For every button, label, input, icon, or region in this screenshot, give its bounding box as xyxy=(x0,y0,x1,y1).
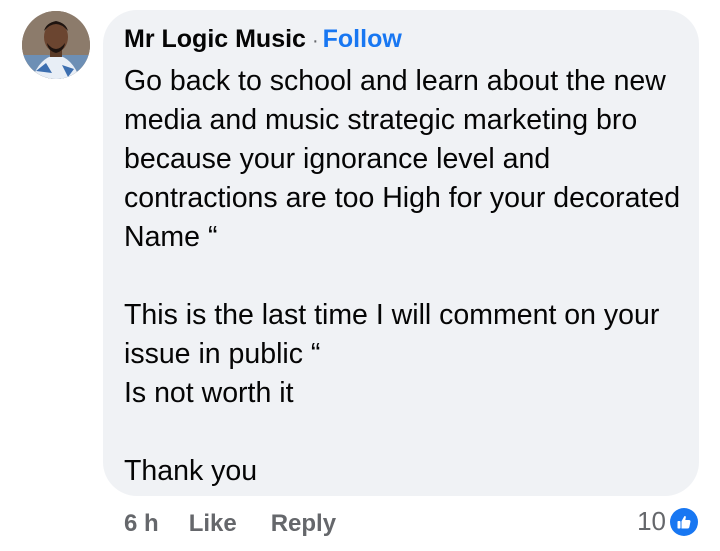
thumbs-up-icon xyxy=(670,507,698,536)
timestamp[interactable]: 6 h xyxy=(124,510,159,537)
comment: Mr Logic Music · Follow Go back to school … xyxy=(0,0,720,551)
author-name[interactable]: Mr Logic Music xyxy=(124,25,306,53)
reply-button[interactable]: Reply xyxy=(271,510,336,537)
separator-dot: · xyxy=(311,30,319,52)
reaction-summary[interactable]: 10 xyxy=(637,506,698,537)
comment-header: Mr Logic Music · Follow xyxy=(124,24,402,56)
like-button[interactable]: Like xyxy=(189,510,237,537)
follow-button[interactable]: Follow xyxy=(323,25,402,53)
reaction-count: 10 xyxy=(637,506,666,536)
avatar[interactable] xyxy=(22,11,90,79)
comment-actions: 6 h Like Reply xyxy=(124,508,336,540)
comment-text: Go back to school and learn about the ne… xyxy=(124,65,681,487)
